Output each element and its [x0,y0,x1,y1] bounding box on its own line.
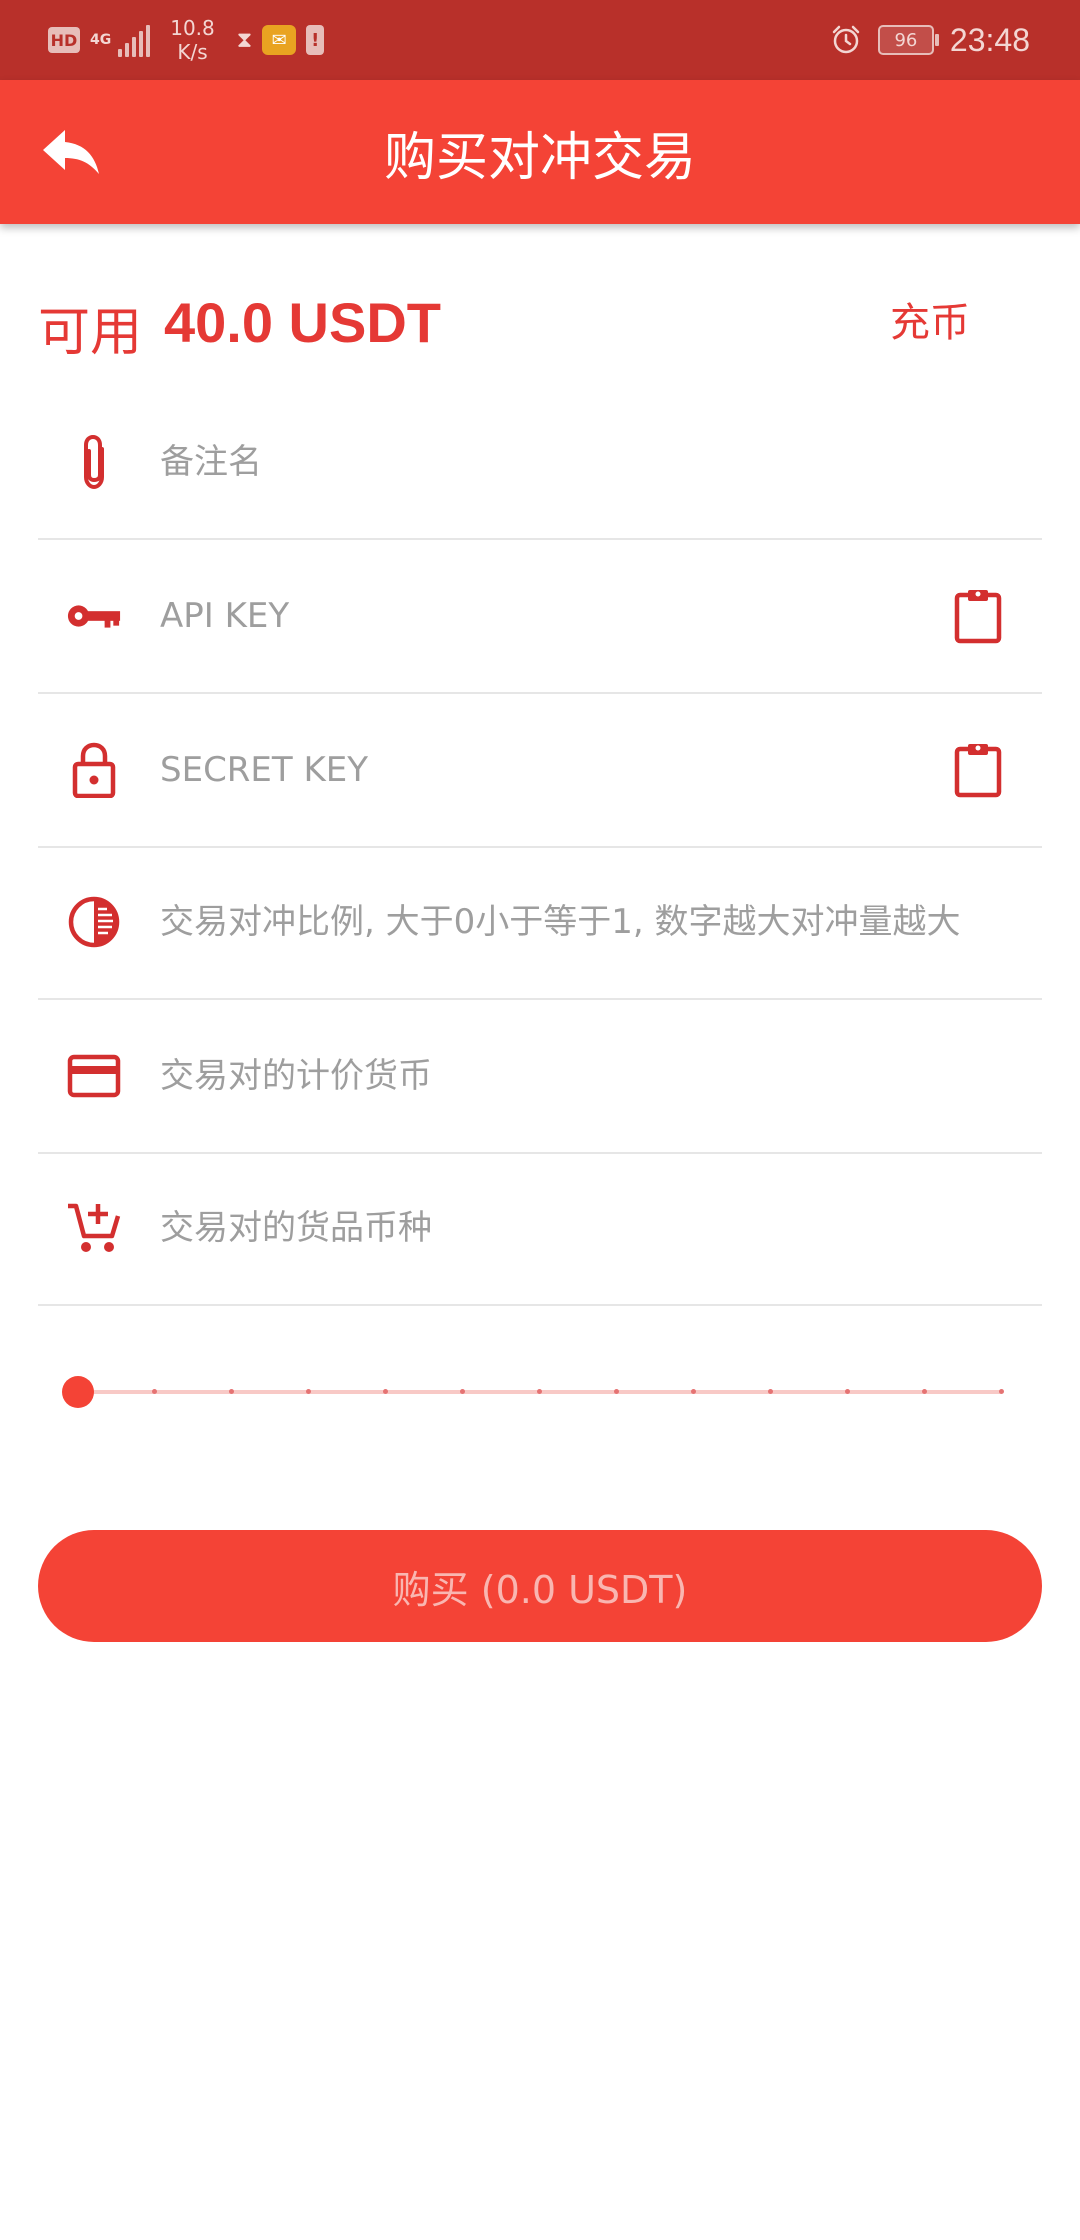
slider-tick [460,1389,465,1394]
add-cart-icon [66,1200,122,1256]
balance-prefix: 可用 [38,303,143,363]
network-type-label: 4G [90,32,112,48]
api-key-field [38,540,1042,694]
deposit-link[interactable]: 充币 [890,290,970,348]
hd-badge: HD [48,27,80,53]
hedge-ratio-input[interactable] [160,846,1022,998]
slider-thumb[interactable] [62,1376,94,1408]
credit-card-icon [66,1048,122,1104]
battery-icon: 96 [877,25,939,55]
quote-currency-field [38,1000,1042,1154]
slider-tick [152,1389,157,1394]
network-speed-value: 10.8 [170,16,215,40]
hedge-ratio-field [38,846,1042,1000]
paste-secret-key-button[interactable] [950,738,1006,802]
slider-tick [845,1389,850,1394]
paste-api-key-button[interactable] [950,584,1006,648]
clipboard-icon [954,590,1002,644]
battery-level: 96 [894,29,918,51]
base-currency-input[interactable] [160,1152,1022,1304]
slider-tick [383,1389,388,1394]
slider-tick [306,1389,311,1394]
mail-icon: ✉ [262,25,297,55]
page-title: 购买对冲交易 [383,127,696,188]
buy-button[interactable]: 购买 (0.0 USDT) [38,1530,1042,1642]
slider-tick [691,1389,696,1394]
slider-tick [229,1389,234,1394]
status-bar: HD 4G 10.8 K/s ⧗ ✉ ! 96 23:48 [0,0,1080,80]
clipboard-icon [954,744,1002,798]
contrast-icon [66,894,122,950]
remark-field [38,386,1042,540]
slider-tick [537,1389,542,1394]
slider-tick [768,1389,773,1394]
app-bar: 购买对冲交易 [0,80,1080,224]
balance-amount: 40.0 USDT [164,291,441,354]
network-speed-unit: K/s [177,40,208,64]
alert-icon: ! [306,25,325,55]
remark-input[interactable] [160,386,1022,538]
secret-key-field [38,694,1042,848]
alarm-icon [832,25,860,54]
slider-tick [999,1389,1004,1394]
lock-icon [66,742,122,798]
hourglass-icon: ⧗ [236,27,253,53]
amount-slider[interactable] [58,1372,1004,1412]
key-icon [66,588,122,644]
slider-tick [922,1389,927,1394]
secret-key-input[interactable] [160,694,932,846]
base-currency-field [38,1152,1042,1306]
status-left: HD 4G 10.8 K/s ⧗ ✉ ! [48,0,325,80]
slider-tick [614,1389,619,1394]
clock-time: 23:48 [949,21,1030,58]
paperclip-icon [66,434,122,490]
signal-icon: 4G [90,23,151,57]
api-key-input[interactable] [160,540,932,692]
network-speed: 10.8 K/s [170,16,215,64]
balance-row: 可用 40.0 USDT 充币 [38,290,1042,366]
status-right: 96 23:48 [830,0,1030,80]
quote-currency-input[interactable] [160,1000,1022,1152]
